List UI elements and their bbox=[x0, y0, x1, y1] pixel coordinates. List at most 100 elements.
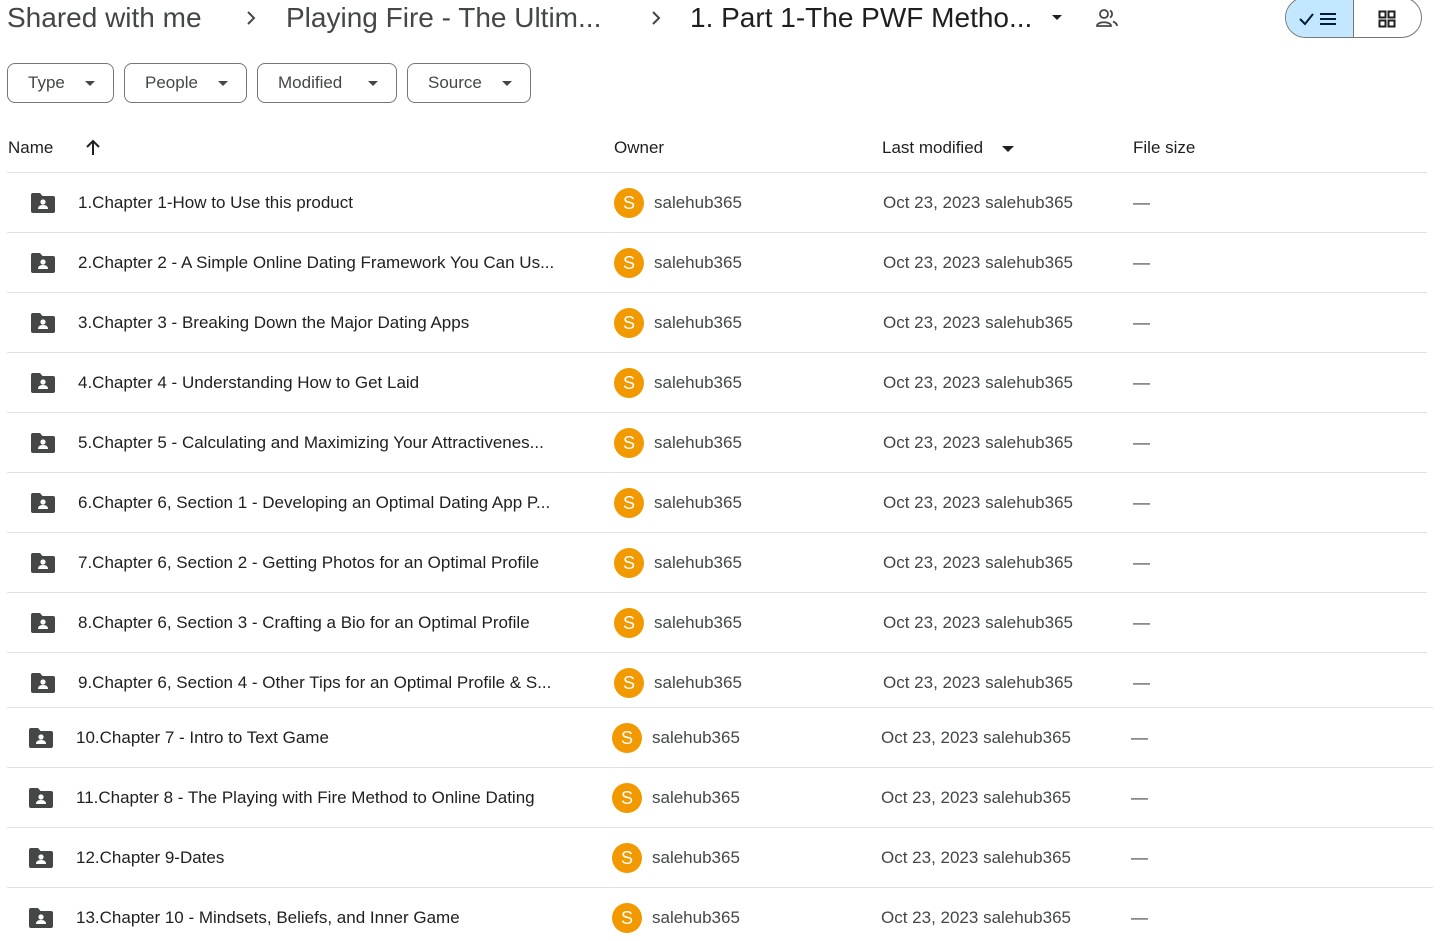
filter-type-chip[interactable]: Type bbox=[7, 63, 114, 103]
column-header-file-size[interactable]: File size bbox=[1133, 128, 1195, 168]
view-toggle bbox=[1285, 0, 1422, 38]
shared-folder-icon bbox=[31, 493, 55, 513]
file-name[interactable]: 8.Chapter 6, Section 3 - Crafting a Bio … bbox=[78, 593, 530, 653]
file-name[interactable]: 3.Chapter 3 - Breaking Down the Major Da… bbox=[78, 293, 469, 353]
table-row[interactable]: 6.Chapter 6, Section 1 - Developing an O… bbox=[7, 472, 1427, 532]
table-row[interactable]: 5.Chapter 5 - Calculating and Maximizing… bbox=[7, 412, 1427, 472]
owner-name: salehub365 bbox=[654, 493, 742, 512]
last-modified: Oct 23, 2023 salehub365 bbox=[883, 553, 1073, 572]
table-row[interactable]: 12.Chapter 9-Dates S salehub365 Oct 23, … bbox=[7, 827, 1433, 887]
file-size: — bbox=[1133, 553, 1150, 572]
column-header-owner: Owner bbox=[614, 138, 665, 157]
owner-name: salehub365 bbox=[654, 313, 742, 332]
caret-down-icon[interactable] bbox=[1002, 146, 1014, 152]
table-row[interactable]: 3.Chapter 3 - Breaking Down the Major Da… bbox=[7, 292, 1427, 352]
table-row[interactable]: 11.Chapter 8 - The Playing with Fire Met… bbox=[7, 767, 1433, 827]
breadcrumb-parent-folder[interactable]: Playing Fire - The Ultim... bbox=[286, 0, 601, 36]
shared-folder-icon bbox=[31, 613, 55, 633]
shared-folder-icon bbox=[31, 433, 55, 453]
file-size: — bbox=[1133, 313, 1150, 332]
file-name[interactable]: 4.Chapter 4 - Understanding How to Get L… bbox=[78, 353, 419, 413]
filter-people-chip[interactable]: People bbox=[124, 63, 247, 103]
last-modified: Oct 23, 2023 salehub365 bbox=[881, 788, 1071, 807]
breadcrumb-shared-with-me[interactable]: Shared with me bbox=[7, 0, 202, 36]
owner-name: salehub365 bbox=[654, 613, 742, 632]
shared-folder-icon bbox=[29, 788, 53, 808]
shared-folder-icon bbox=[29, 728, 53, 748]
shared-folder-icon bbox=[31, 553, 55, 573]
shared-folder-icon bbox=[31, 373, 55, 393]
owner-avatar: S bbox=[612, 903, 642, 933]
last-modified: Oct 23, 2023 salehub365 bbox=[883, 613, 1073, 632]
file-size: — bbox=[1133, 493, 1150, 512]
file-size: — bbox=[1133, 253, 1150, 272]
last-modified: Oct 23, 2023 salehub365 bbox=[883, 493, 1073, 512]
last-modified: Oct 23, 2023 salehub365 bbox=[883, 373, 1073, 392]
owner-avatar: S bbox=[614, 368, 644, 398]
file-size: — bbox=[1133, 433, 1150, 452]
people-icon[interactable] bbox=[1095, 7, 1119, 29]
owner-avatar: S bbox=[612, 843, 642, 873]
filter-source-chip[interactable]: Source bbox=[407, 63, 531, 103]
file-name[interactable]: 1.Chapter 1-How to Use this product bbox=[78, 173, 353, 233]
file-name[interactable]: 7.Chapter 6, Section 2 - Getting Photos … bbox=[78, 533, 539, 593]
last-modified: Oct 23, 2023 salehub365 bbox=[883, 253, 1073, 272]
table-row[interactable]: 2.Chapter 2 - A Simple Online Dating Fra… bbox=[7, 232, 1427, 292]
table-row[interactable]: 8.Chapter 6, Section 3 - Crafting a Bio … bbox=[7, 592, 1427, 652]
file-name[interactable]: 11.Chapter 8 - The Playing with Fire Met… bbox=[76, 768, 535, 828]
file-name[interactable]: 5.Chapter 5 - Calculating and Maximizing… bbox=[78, 413, 544, 473]
owner-name: salehub365 bbox=[654, 553, 742, 572]
table-row[interactable]: 4.Chapter 4 - Understanding How to Get L… bbox=[7, 352, 1427, 412]
shared-folder-icon bbox=[29, 848, 53, 868]
owner-name: salehub365 bbox=[652, 728, 740, 747]
table-row[interactable]: 10.Chapter 7 - Intro to Text Game S sale… bbox=[7, 707, 1433, 767]
last-modified: Oct 23, 2023 salehub365 bbox=[881, 848, 1071, 867]
file-name[interactable]: 9.Chapter 6, Section 4 - Other Tips for … bbox=[78, 653, 551, 713]
shared-folder-icon bbox=[31, 313, 55, 333]
file-name[interactable]: 13.Chapter 10 - Mindsets, Beliefs, and I… bbox=[76, 888, 460, 941]
table-row[interactable]: 9.Chapter 6, Section 4 - Other Tips for … bbox=[7, 652, 1427, 712]
grid-view-button[interactable] bbox=[1354, 0, 1421, 37]
owner-avatar: S bbox=[612, 783, 642, 813]
breadcrumb: Shared with me Playing Fire - The Ultim.… bbox=[0, 0, 1443, 38]
owner-avatar: S bbox=[614, 188, 644, 218]
file-name[interactable]: 6.Chapter 6, Section 1 - Developing an O… bbox=[78, 473, 550, 533]
owner-avatar: S bbox=[614, 488, 644, 518]
owner-name: salehub365 bbox=[654, 673, 742, 692]
column-header-last-modified[interactable]: Last modified bbox=[882, 128, 983, 168]
checkmark-list-icon bbox=[1299, 13, 1336, 26]
last-modified: Oct 23, 2023 salehub365 bbox=[883, 433, 1073, 452]
last-modified: Oct 23, 2023 salehub365 bbox=[883, 673, 1073, 692]
file-size: — bbox=[1131, 848, 1148, 867]
folder-menu-caret-down-icon[interactable] bbox=[1052, 15, 1062, 20]
owner-avatar: S bbox=[614, 428, 644, 458]
table-header: Name Owner Last modified File size bbox=[0, 128, 1443, 168]
table-row[interactable]: 7.Chapter 6, Section 2 - Getting Photos … bbox=[7, 532, 1427, 592]
owner-avatar: S bbox=[614, 548, 644, 578]
file-size: — bbox=[1133, 193, 1150, 212]
owner-avatar: S bbox=[614, 248, 644, 278]
caret-down-icon bbox=[502, 81, 512, 86]
file-name[interactable]: 10.Chapter 7 - Intro to Text Game bbox=[76, 708, 329, 768]
table-row[interactable]: 13.Chapter 10 - Mindsets, Beliefs, and I… bbox=[7, 887, 1433, 941]
shared-folder-icon bbox=[31, 673, 55, 693]
caret-down-icon bbox=[85, 81, 95, 86]
last-modified: Oct 23, 2023 salehub365 bbox=[883, 313, 1073, 332]
grid-icon bbox=[1378, 10, 1396, 28]
file-name[interactable]: 12.Chapter 9-Dates bbox=[76, 828, 224, 888]
list-view-button[interactable] bbox=[1286, 0, 1354, 37]
filter-people-label: People bbox=[145, 73, 198, 92]
file-name[interactable]: 2.Chapter 2 - A Simple Online Dating Fra… bbox=[78, 233, 554, 293]
owner-name: salehub365 bbox=[654, 193, 742, 212]
table-row[interactable]: 1.Chapter 1-How to Use this product S sa… bbox=[7, 172, 1427, 232]
owner-name: salehub365 bbox=[654, 433, 742, 452]
arrow-up-icon[interactable] bbox=[84, 138, 102, 158]
breadcrumb-current-folder[interactable]: 1. Part 1-The PWF Metho... bbox=[690, 0, 1032, 36]
caret-down-icon bbox=[368, 81, 378, 86]
chevron-right-icon bbox=[247, 11, 256, 25]
filter-modified-chip[interactable]: Modified bbox=[257, 63, 397, 103]
shared-folder-icon bbox=[31, 193, 55, 213]
file-size: — bbox=[1131, 788, 1148, 807]
column-header-name[interactable]: Name bbox=[8, 128, 53, 168]
owner-avatar: S bbox=[612, 723, 642, 753]
